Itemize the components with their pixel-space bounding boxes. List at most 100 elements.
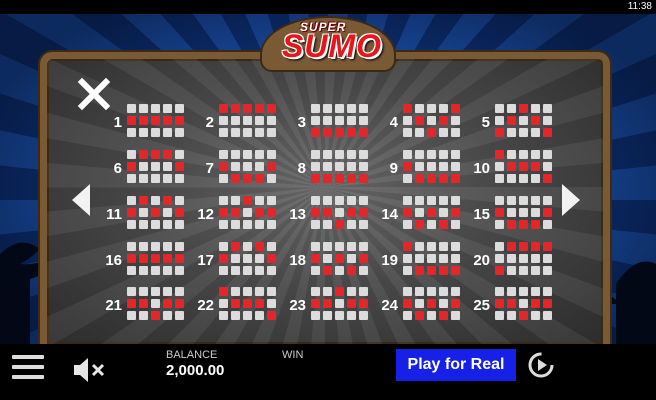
payline-cell bbox=[427, 150, 436, 159]
payline-cell bbox=[519, 174, 528, 183]
payline-pattern bbox=[403, 196, 460, 229]
close-button[interactable] bbox=[76, 76, 112, 112]
payline-number: 12 bbox=[197, 206, 214, 223]
payline-cell bbox=[495, 242, 504, 251]
payline-cell bbox=[519, 287, 528, 296]
payline-cell-active bbox=[139, 299, 148, 308]
payline-cell-active bbox=[519, 104, 528, 113]
payline-cell bbox=[519, 299, 528, 308]
payline-cell-active bbox=[163, 299, 172, 308]
payline-cell bbox=[439, 242, 448, 251]
payline-number: 8 bbox=[297, 160, 306, 177]
menu-button[interactable] bbox=[12, 355, 44, 385]
payline-cell-active bbox=[231, 242, 240, 251]
payline-cell bbox=[243, 287, 252, 296]
payline-cell-active bbox=[495, 208, 504, 217]
payline-cell bbox=[451, 128, 460, 137]
payline-cell bbox=[415, 150, 424, 159]
payline-cell bbox=[219, 242, 228, 251]
autoplay-button[interactable] bbox=[526, 350, 556, 380]
payline-cell bbox=[231, 266, 240, 275]
payline-cell-active bbox=[507, 162, 516, 171]
payline-pattern bbox=[311, 196, 368, 229]
payline-cell-active bbox=[519, 220, 528, 229]
payline-cell-active bbox=[507, 242, 516, 251]
payline-cell bbox=[219, 128, 228, 137]
payline-number: 9 bbox=[389, 160, 398, 177]
payline-cell-active bbox=[347, 266, 356, 275]
payline-cell-active bbox=[151, 208, 160, 217]
payline-number: 1 bbox=[113, 114, 122, 131]
payline-cell bbox=[323, 220, 332, 229]
payline-cell bbox=[403, 287, 412, 296]
payline-cell bbox=[231, 196, 240, 205]
payline-cell bbox=[451, 220, 460, 229]
payline-cell-active bbox=[335, 128, 344, 137]
payline-cell bbox=[243, 311, 252, 320]
payline-item: 25 bbox=[460, 285, 552, 325]
payline-pattern bbox=[403, 242, 460, 275]
payline-cell bbox=[403, 254, 412, 263]
payline-cell-active bbox=[359, 128, 368, 137]
payline-cell bbox=[439, 196, 448, 205]
payline-cell bbox=[255, 254, 264, 263]
payline-cell bbox=[415, 254, 424, 263]
payline-cell bbox=[231, 287, 240, 296]
payline-item: 20 bbox=[460, 240, 552, 280]
play-for-real-button[interactable]: Play for Real bbox=[396, 349, 516, 381]
payline-cell bbox=[231, 254, 240, 263]
payline-cell-active bbox=[219, 254, 228, 263]
payline-cell bbox=[359, 242, 368, 251]
payline-pattern bbox=[127, 104, 184, 137]
payline-cell-active bbox=[127, 254, 136, 263]
payline-cell bbox=[531, 150, 540, 159]
payline-cell bbox=[255, 150, 264, 159]
payline-number: 3 bbox=[297, 114, 306, 131]
payline-cell-active bbox=[531, 299, 540, 308]
arrow-left-icon bbox=[72, 184, 90, 216]
payline-cell bbox=[531, 174, 540, 183]
payline-item: 3 bbox=[276, 102, 368, 142]
payline-cell-active bbox=[255, 299, 264, 308]
sound-toggle-button[interactable] bbox=[72, 354, 108, 386]
payline-cell bbox=[439, 162, 448, 171]
payline-cell bbox=[323, 196, 332, 205]
previous-page-button[interactable] bbox=[70, 182, 92, 218]
payline-cell bbox=[415, 104, 424, 113]
payline-item: 18 bbox=[276, 240, 368, 280]
payline-cell-active bbox=[255, 208, 264, 217]
payline-cell bbox=[495, 196, 504, 205]
payline-cell-active bbox=[175, 254, 184, 263]
payline-item: 9 bbox=[368, 148, 460, 188]
payline-cell bbox=[451, 287, 460, 296]
next-page-button[interactable] bbox=[560, 182, 582, 218]
payline-cell bbox=[175, 242, 184, 251]
payline-cell-active bbox=[243, 196, 252, 205]
payline-cell-active bbox=[451, 299, 460, 308]
payline-cell-active bbox=[243, 104, 252, 113]
payline-cell bbox=[451, 116, 460, 125]
payline-cell bbox=[335, 266, 344, 275]
payline-cell bbox=[311, 311, 320, 320]
payline-cell-active bbox=[139, 116, 148, 125]
payline-pattern bbox=[219, 104, 276, 137]
payline-cell-active bbox=[519, 162, 528, 171]
payline-cell bbox=[531, 104, 540, 113]
payline-cell bbox=[439, 208, 448, 217]
payline-cell bbox=[415, 162, 424, 171]
payline-cell-active bbox=[267, 208, 276, 217]
payline-cell-active bbox=[451, 104, 460, 113]
payline-cell bbox=[163, 104, 172, 113]
payline-cell bbox=[267, 220, 276, 229]
payline-number: 23 bbox=[289, 297, 306, 314]
payline-cell bbox=[451, 254, 460, 263]
payline-cell-active bbox=[127, 299, 136, 308]
payline-cell bbox=[267, 266, 276, 275]
payline-cell bbox=[139, 208, 148, 217]
payline-cell bbox=[127, 150, 136, 159]
payline-number: 14 bbox=[381, 206, 398, 223]
payline-cell-active bbox=[311, 208, 320, 217]
payline-cell-active bbox=[439, 116, 448, 125]
payline-cell bbox=[451, 242, 460, 251]
payline-cell-active bbox=[415, 266, 424, 275]
